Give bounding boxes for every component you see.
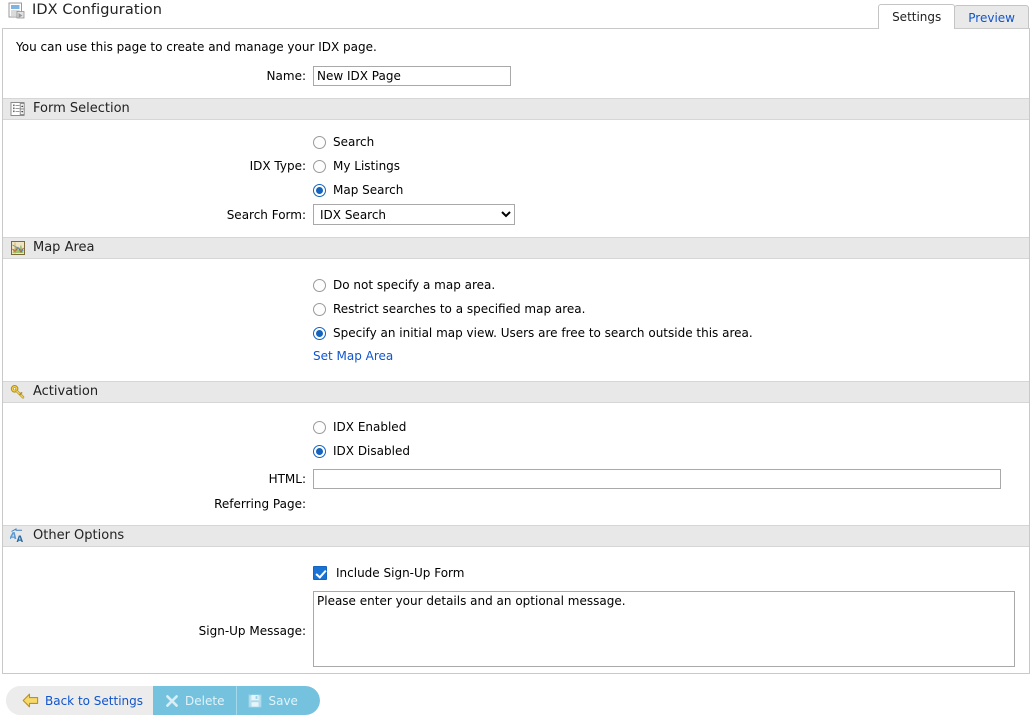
key-icon (10, 384, 26, 400)
map-area-row-3: Specify an initial map view. Users are f… (3, 321, 1029, 345)
referring-page-label: Referring Page: (3, 497, 313, 511)
radio-indicator (313, 421, 326, 434)
save-button[interactable]: Save (236, 686, 319, 715)
set-map-area-link[interactable]: Set Map Area (313, 349, 393, 363)
radio-label: My Listings (333, 159, 400, 173)
page-document-icon (8, 2, 25, 19)
radio-label: Search (333, 135, 374, 149)
form-list-icon (10, 101, 26, 117)
section-body-other-options: Include Sign-Up Form Sign-Up Message: Pl… (3, 561, 1029, 670)
html-field-wrap (313, 469, 1029, 489)
page-title-group: IDX Configuration (8, 2, 162, 19)
search-form-row: Search Form: IDX Search (3, 204, 1029, 225)
search-form-field-wrap: IDX Search (313, 204, 1029, 225)
section-body-map-area: Do not specify a map area. Restrict sear… (3, 273, 1029, 367)
section-title-form-selection: Form Selection (33, 101, 130, 117)
html-row: HTML: (3, 469, 1029, 489)
radio-label: Specify an initial map view. Users are f… (333, 326, 753, 340)
checkbox-include-signup-form[interactable]: Include Sign-Up Form (313, 561, 1029, 585)
back-to-settings-label: Back to Settings (45, 694, 143, 708)
idx-configuration-page: IDX Configuration Settings Preview You c… (0, 0, 1032, 725)
signup-message-row: Sign-Up Message: Please enter your detai… (3, 591, 1029, 670)
radio-indicator (313, 279, 326, 292)
map-area-link-row: Set Map Area (3, 345, 1029, 367)
html-label: HTML: (3, 472, 313, 486)
section-header-other-options: A A Other Options (3, 525, 1029, 547)
html-input[interactable] (313, 469, 1001, 489)
radio-map-area-initial-view[interactable]: Specify an initial map view. Users are f… (313, 321, 1029, 345)
tab-preview[interactable]: Preview (954, 5, 1029, 29)
radio-map-area-restrict[interactable]: Restrict searches to a specified map are… (313, 297, 1029, 321)
back-arrow-icon (22, 693, 39, 708)
name-row: Name: (3, 66, 1029, 86)
radio-indicator (313, 445, 326, 458)
signup-message-field-wrap: Please enter your details and an optiona… (313, 591, 1029, 670)
svg-text:A: A (17, 535, 24, 544)
radio-idx-disabled[interactable]: IDX Disabled (313, 439, 1029, 463)
radio-label: Do not specify a map area. (333, 278, 495, 292)
include-signup-row: Include Sign-Up Form (3, 561, 1029, 585)
radio-indicator (313, 303, 326, 316)
delete-button[interactable]: Delete (153, 686, 236, 715)
map-icon (10, 240, 26, 256)
tab-preview-label: Preview (968, 11, 1015, 25)
back-to-settings-button[interactable]: Back to Settings (6, 686, 153, 715)
search-form-label: Search Form: (3, 208, 313, 222)
checkbox-indicator (313, 566, 327, 580)
window-titlebar: IDX Configuration Settings Preview (0, 0, 1032, 29)
section-title-map-area: Map Area (33, 240, 94, 256)
signup-message-label: Sign-Up Message: (3, 624, 313, 638)
section-body-form-selection: Search IDX Type: My Listings Map Search … (3, 130, 1029, 225)
idx-type-label: IDX Type: (3, 159, 313, 173)
idx-type-row-1: Search (3, 130, 1029, 154)
activation-row-1: IDX Enabled (3, 415, 1029, 439)
section-header-activation: Activation (3, 381, 1029, 403)
radio-indicator (313, 136, 326, 149)
activation-row-2: IDX Disabled (3, 439, 1029, 463)
font-a-icon: A A (10, 528, 26, 544)
radio-map-area-none[interactable]: Do not specify a map area. (313, 273, 1029, 297)
map-area-link-wrap: Set Map Area (313, 345, 1029, 367)
tab-settings[interactable]: Settings (878, 4, 955, 29)
radio-label: IDX Enabled (333, 420, 406, 434)
radio-idx-enabled[interactable]: IDX Enabled (313, 415, 1029, 439)
page-title: IDX Configuration (32, 2, 162, 19)
search-form-select[interactable]: IDX Search (313, 204, 515, 225)
delete-label: Delete (185, 694, 224, 708)
radio-label: Map Search (333, 183, 403, 197)
floppy-disk-icon (248, 694, 262, 708)
name-field-wrap (313, 66, 1029, 86)
save-label: Save (268, 694, 297, 708)
intro-text: You can use this page to create and mana… (3, 29, 1029, 54)
radio-idx-type-map-search[interactable]: Map Search (313, 178, 1029, 202)
idx-type-row-3: Map Search (3, 178, 1029, 202)
radio-indicator (313, 160, 326, 173)
radio-idx-type-my-listings[interactable]: My Listings (313, 154, 1029, 178)
section-header-map-area: Map Area (3, 237, 1029, 259)
section-header-form-selection: Form Selection (3, 98, 1029, 120)
close-x-icon (165, 694, 179, 708)
tab-settings-label: Settings (892, 10, 941, 24)
settings-panel: You can use this page to create and mana… (2, 28, 1030, 674)
radio-indicator (313, 184, 326, 197)
section-body-activation: IDX Enabled IDX Disabled HTML: Referring… (3, 415, 1029, 511)
radio-idx-type-search[interactable]: Search (313, 130, 1029, 154)
checkbox-label: Include Sign-Up Form (336, 566, 464, 580)
referring-page-row: Referring Page: (3, 497, 1029, 511)
signup-message-textarea[interactable]: Please enter your details and an optiona… (313, 591, 1015, 667)
section-title-activation: Activation (33, 384, 98, 400)
radio-label: Restrict searches to a specified map are… (333, 302, 585, 316)
map-area-row-1: Do not specify a map area. (3, 273, 1029, 297)
map-area-row-2: Restrict searches to a specified map are… (3, 297, 1029, 321)
radio-indicator (313, 327, 326, 340)
idx-type-row-2: IDX Type: My Listings (3, 154, 1029, 178)
radio-label: IDX Disabled (333, 444, 410, 458)
name-label: Name: (3, 69, 313, 83)
section-title-other-options: Other Options (33, 528, 124, 544)
bottom-toolbar: Back to Settings Delete Save (6, 686, 320, 715)
name-input[interactable] (313, 66, 511, 86)
tab-bar: Settings Preview (879, 3, 1029, 29)
